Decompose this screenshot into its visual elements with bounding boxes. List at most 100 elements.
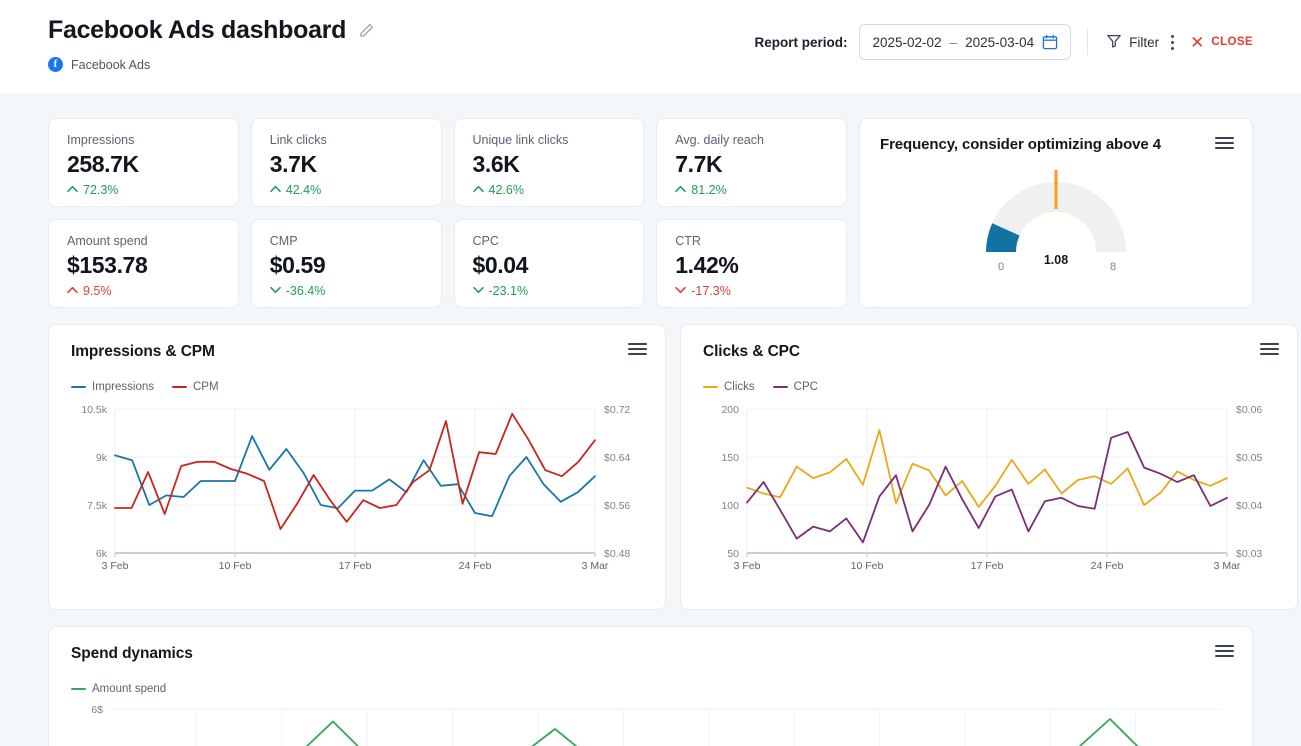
close-label: CLOSE	[1211, 36, 1253, 48]
kpi-delta: 72.3%	[67, 183, 220, 197]
legend-item[interactable]: CPC	[773, 381, 818, 393]
kpi-value: 1.42%	[675, 252, 828, 278]
filter-button[interactable]: Filter	[1104, 29, 1161, 56]
kpi-delta-value: 81.2%	[691, 183, 726, 197]
gauge-title: Frequency, consider optimizing above 4	[880, 135, 1170, 154]
kpi-delta: 81.2%	[675, 183, 828, 197]
hamburger-menu-icon[interactable]	[1215, 645, 1234, 657]
gauge-min-label: 0	[998, 261, 1004, 273]
legend-item[interactable]: Impressions	[71, 381, 154, 393]
kpi-value: 7.7K	[675, 151, 828, 177]
chart-legend: Clicks CPC	[703, 381, 1275, 393]
kpi-delta: 9.5%	[67, 284, 220, 298]
date-to: 2025-03-04	[965, 35, 1034, 50]
kpi-card: Amount spend$153.789.5%	[48, 219, 239, 308]
y-axis-left-tick: 150	[721, 452, 739, 464]
y-axis-right-tick: $0.72	[604, 404, 630, 416]
kpi-delta: 42.4%	[270, 183, 423, 197]
hamburger-menu-icon[interactable]	[628, 343, 647, 355]
page-title: Facebook Ads dashboard	[48, 16, 346, 45]
legend-item[interactable]: Amount spend	[71, 683, 166, 695]
legend-item[interactable]: CPM	[172, 381, 219, 393]
hamburger-menu-icon[interactable]	[1215, 137, 1234, 149]
y-axis-right-tick: $0.06	[1236, 404, 1262, 416]
kpi-value: 3.7K	[270, 151, 423, 177]
x-axis-tick: 10 Feb	[851, 560, 884, 572]
kpi-card: Avg. daily reach 7.7K 81.2%	[656, 118, 847, 207]
top-section: Impressions258.7K72.3%Link clicks3.7K42.…	[48, 118, 1253, 308]
arrow-up-icon	[270, 185, 281, 196]
kpi-delta-value: -23.1%	[489, 284, 529, 298]
kpi-card: Link clicks3.7K42.4%	[251, 118, 442, 207]
chart-title: Impressions & CPM	[71, 343, 643, 361]
calendar-icon	[1042, 34, 1058, 50]
chart-impressions-cpm: Impressions & CPM Impressions CPM 10.5k $…	[48, 324, 666, 610]
hamburger-menu-icon[interactable]	[1260, 343, 1279, 355]
vertical-divider	[1087, 29, 1088, 55]
kpi-delta: -36.4%	[270, 284, 423, 298]
app-header: Facebook Ads dashboard f Facebook Ads Re…	[0, 0, 1301, 93]
kpi-label: CMP	[270, 234, 423, 248]
close-icon: ✕	[1190, 34, 1204, 51]
kpi-delta-value: 9.5%	[83, 284, 112, 298]
data-series-line	[111, 719, 1221, 746]
kpi-value: 258.7K	[67, 151, 220, 177]
kpi-card: Impressions 258.7K 72.3%	[48, 118, 239, 207]
legend-label: CPM	[193, 381, 219, 393]
legend-label: CPC	[794, 381, 818, 393]
kpi-grid: Impressions258.7K72.3%Link clicks3.7K42.…	[48, 118, 847, 308]
chart-plot: 200$0.06150$0.05100$0.0450$0.033 Feb10 F…	[703, 399, 1275, 579]
kpi-label: CTR	[675, 234, 828, 248]
y-axis-left-tick: 50	[727, 548, 739, 560]
y-axis-right-tick: $0.04	[1236, 500, 1262, 512]
kpi-value: $0.04	[473, 252, 626, 278]
chart-spend-dynamics: Spend dynamics Amount spend 6$	[48, 626, 1253, 746]
more-vertical-icon[interactable]	[1161, 31, 1184, 54]
chart-clicks-cpc: Clicks & CPC Clicks CPC 200$0.06150$0.05…	[680, 324, 1298, 610]
arrow-up-icon	[675, 185, 686, 196]
date-range-picker[interactable]: 2025-02-02 – 2025-03-04	[859, 24, 1071, 60]
report-period-label: Report period:	[754, 35, 847, 50]
chart-plot: 6$	[71, 701, 1230, 746]
kpi-value: $0.59	[270, 252, 423, 278]
y-axis-right-tick: $0.05	[1236, 452, 1262, 464]
chart-legend: Amount spend	[71, 683, 1230, 695]
gauge-visual: 081.08	[880, 164, 1232, 274]
kpi-label: Avg. daily reach	[675, 133, 828, 147]
chart-legend: Impressions CPM	[71, 381, 643, 393]
date-from: 2025-02-02	[872, 35, 941, 50]
data-source-label: Facebook Ads	[71, 58, 150, 72]
y-axis-right-tick: $0.48	[604, 548, 630, 560]
x-axis-tick: 24 Feb	[459, 560, 492, 572]
filter-label: Filter	[1129, 35, 1159, 50]
facebook-icon: f	[48, 57, 63, 72]
legend-swatch	[71, 688, 86, 691]
x-axis-tick: 24 Feb	[1091, 560, 1124, 572]
x-axis-tick: 17 Feb	[971, 560, 1004, 572]
title-block: Facebook Ads dashboard f Facebook Ads	[48, 16, 375, 72]
legend-label: Impressions	[92, 381, 154, 393]
x-axis-tick: 3 Feb	[734, 560, 761, 572]
close-button[interactable]: ✕ CLOSE	[1190, 34, 1253, 51]
y-axis-right-tick: $0.56	[604, 500, 630, 512]
data-source: f Facebook Ads	[48, 57, 375, 72]
y-axis-left-tick: 10.5k	[81, 404, 107, 416]
x-axis-tick: 3 Feb	[102, 560, 129, 572]
kpi-label: Impressions	[67, 133, 220, 147]
arrow-up-icon	[67, 286, 78, 297]
kpi-delta-value: -36.4%	[286, 284, 326, 298]
funnel-icon	[1106, 33, 1122, 52]
kpi-value: 3.6K	[473, 151, 626, 177]
legend-label: Amount spend	[92, 683, 166, 695]
gauge-value-label: 1.08	[1044, 253, 1068, 267]
kpi-delta-value: 42.4%	[286, 183, 321, 197]
kpi-card: CTR 1.42% -17.3%	[656, 219, 847, 308]
legend-swatch	[71, 386, 86, 389]
chart-title: Spend dynamics	[71, 645, 1230, 663]
kpi-delta: -17.3%	[675, 284, 828, 298]
kpi-delta: -23.1%	[473, 284, 626, 298]
kpi-card: CPC$0.04-23.1%	[454, 219, 645, 308]
legend-swatch	[172, 386, 187, 389]
pencil-icon[interactable]	[358, 22, 375, 39]
legend-item[interactable]: Clicks	[703, 381, 755, 393]
